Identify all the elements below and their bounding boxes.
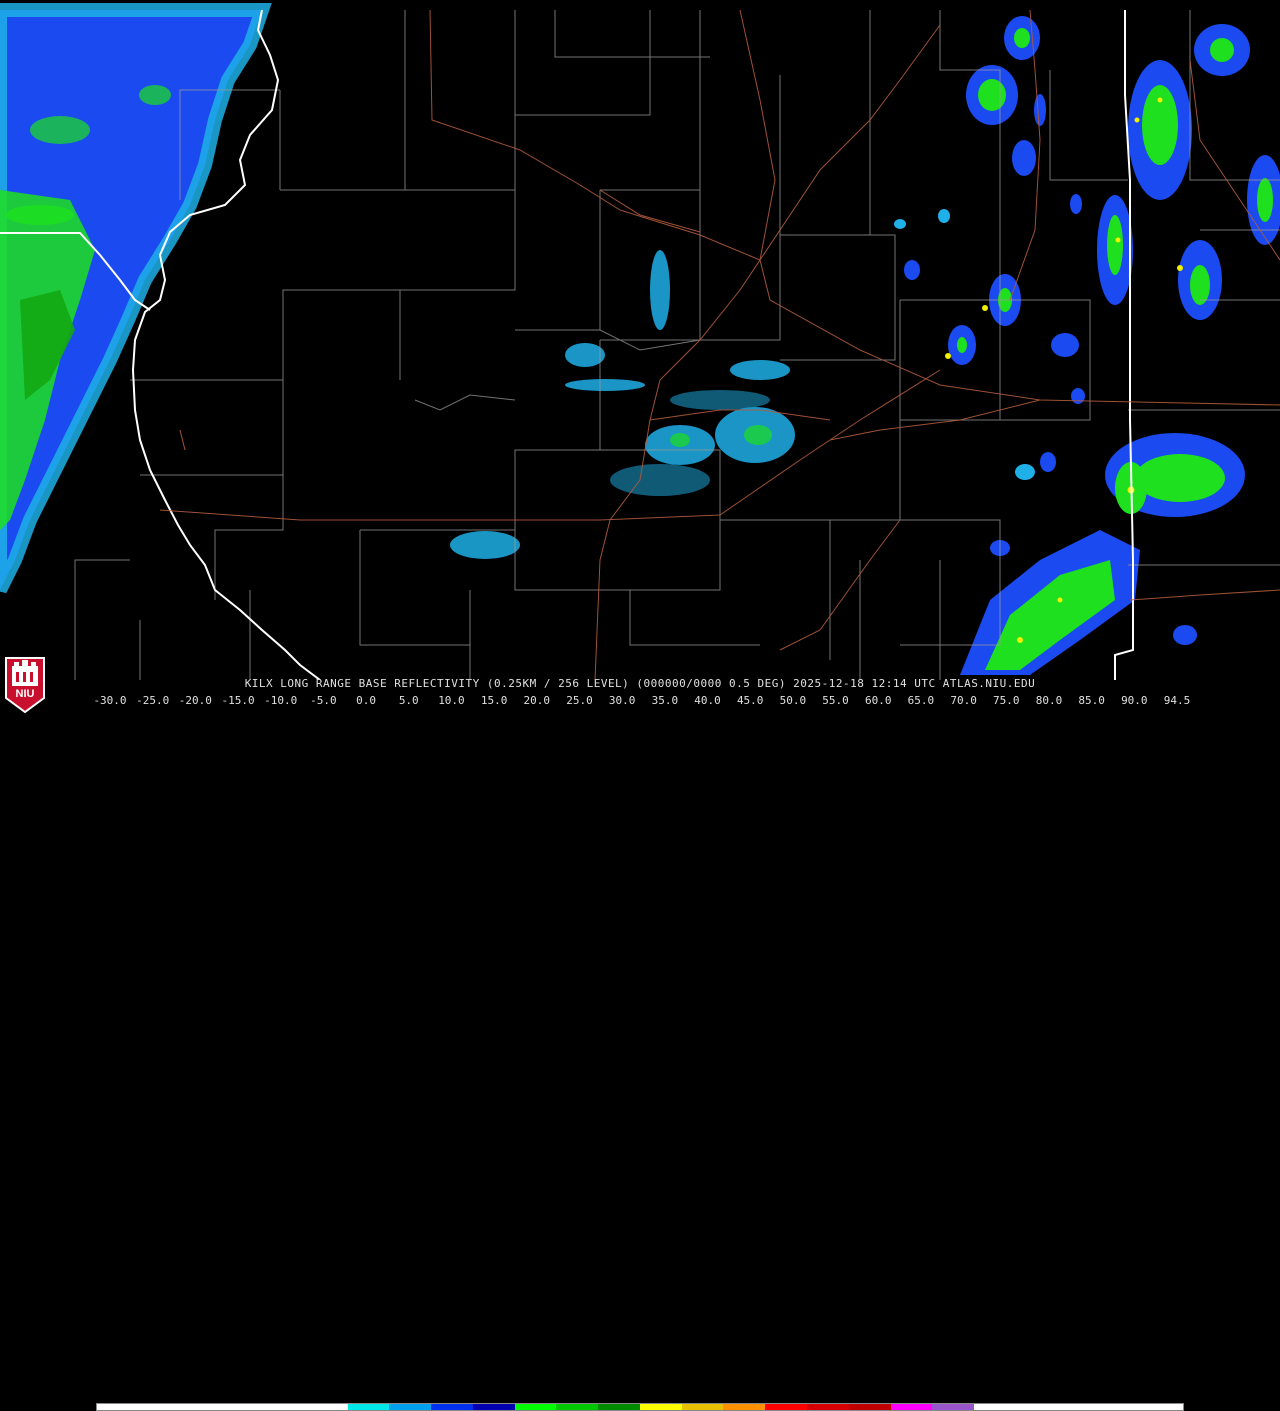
scale-tick: -30.0 xyxy=(93,694,127,707)
reflectivity-scale: -30.0 -25.0 -20.0 -15.0 -10.0 -5.0 0.0 5.0 10.0 1… xyxy=(0,694,1280,1411)
color-bar-segment xyxy=(1015,1404,1058,1410)
color-bar-segment xyxy=(681,1404,724,1410)
scale-tick: 55.0 xyxy=(822,694,849,707)
scale-tick: -5.0 xyxy=(310,694,337,707)
scale-tick: 90.0 xyxy=(1121,694,1148,707)
color-bar-segment xyxy=(932,1404,975,1410)
scale-tick: 25.0 xyxy=(566,694,593,707)
color-bar-segment xyxy=(389,1404,432,1410)
scale-tick: 85.0 xyxy=(1078,694,1105,707)
scale-tick: -15.0 xyxy=(221,694,255,707)
color-bar-segment xyxy=(264,1404,306,1410)
color-bar-segment xyxy=(472,1404,515,1410)
scale-tick: 10.0 xyxy=(438,694,465,707)
color-bar-segment xyxy=(556,1404,599,1410)
scale-tick: 30.0 xyxy=(608,694,636,707)
color-bar-segment xyxy=(347,1404,390,1410)
color-bar-segment xyxy=(890,1404,933,1410)
scale-tick: 45.0 xyxy=(736,694,764,707)
scale-tick: 75.0 xyxy=(993,694,1020,707)
color-bar-segment xyxy=(807,1404,849,1410)
radar-map[interactable] xyxy=(0,0,1280,680)
color-bar-segment xyxy=(514,1404,557,1410)
product-caption: KILX LONG RANGE BASE REFLECTIVITY (0.25K… xyxy=(244,677,1036,690)
scale-tick: 50.0 xyxy=(779,694,807,707)
scale-tick: 65.0 xyxy=(907,694,935,707)
scale-tick: 40.0 xyxy=(694,694,721,707)
scale-tick: 70.0 xyxy=(950,694,977,707)
color-bar-segment xyxy=(1099,1404,1142,1410)
scale-tick: -20.0 xyxy=(178,694,212,707)
scale-tick: -10.0 xyxy=(264,694,298,707)
color-bar xyxy=(96,1403,1184,1411)
scale-tick: 60.0 xyxy=(864,694,892,707)
scale-tick: 15.0 xyxy=(480,694,508,707)
logo-text: NIU xyxy=(16,688,35,700)
color-bar-segment xyxy=(431,1404,473,1410)
color-bar-segment xyxy=(974,1404,1016,1410)
color-bar-segment xyxy=(598,1404,640,1410)
scale-tick: 94.5 xyxy=(1163,694,1191,707)
color-bar-segment xyxy=(180,1404,223,1410)
color-bar-segment xyxy=(765,1404,808,1410)
color-bar-segment xyxy=(305,1404,348,1410)
color-bar-segment xyxy=(138,1404,181,1410)
color-bar-segment xyxy=(723,1404,766,1410)
color-bar-segment xyxy=(848,1404,891,1410)
scale-tick: 35.0 xyxy=(651,694,679,707)
scale-tick: 0.0 xyxy=(356,694,377,707)
color-bar-segment xyxy=(1057,1404,1100,1410)
color-bar-segment xyxy=(639,1404,682,1410)
color-bar-segment xyxy=(222,1404,265,1410)
scale-tick: 20.0 xyxy=(523,694,551,707)
scale-tick: 80.0 xyxy=(1035,694,1063,707)
color-bar-segment xyxy=(97,1404,139,1410)
niu-logo: NIU xyxy=(5,657,45,714)
scale-tick: 5.0 xyxy=(398,694,419,707)
scale-tick: -25.0 xyxy=(136,694,170,707)
color-bar-segment xyxy=(1141,1404,1183,1410)
